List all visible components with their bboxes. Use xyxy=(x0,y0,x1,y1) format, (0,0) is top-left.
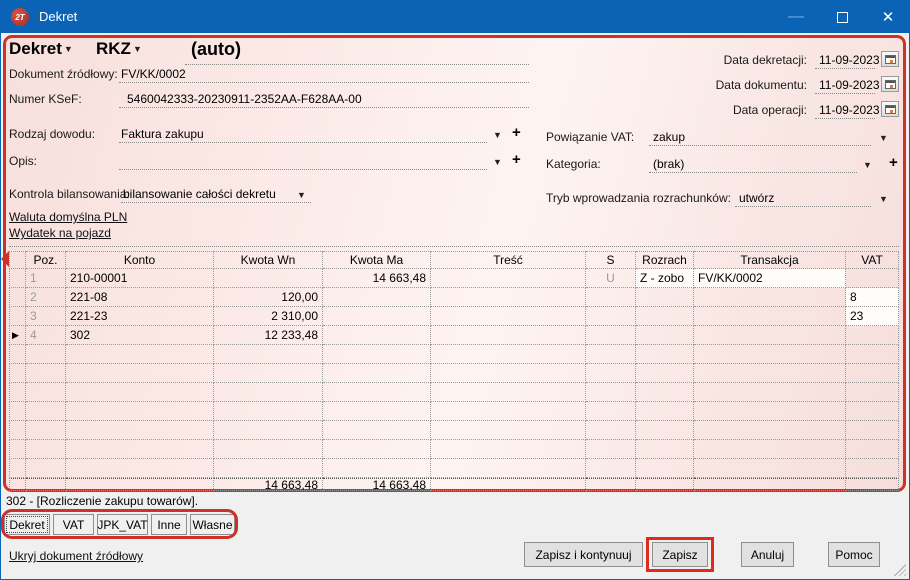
table-row-selected[interactable]: ▶ 4 302 12 233,48 xyxy=(9,326,899,345)
col-vat[interactable]: VAT xyxy=(846,251,899,269)
chevron-down-icon: ▼ xyxy=(63,44,73,54)
vat-link-dropdown-icon[interactable]: ▼ xyxy=(879,133,888,143)
ksef-value[interactable]: 5460042333-20230911-2352AA-F628AA-00 xyxy=(127,92,362,106)
account-status-text: 302 - [Rozliczenie zakupu towarów]. xyxy=(6,494,199,508)
doc-number-underline xyxy=(185,64,529,65)
vehicle-expense-link[interactable]: Wydatek na pojazd xyxy=(9,226,111,240)
tab-inne[interactable]: Inne xyxy=(151,514,187,535)
section-divider xyxy=(9,246,899,247)
source-doc-label: Dokument źródłowy: xyxy=(9,67,118,81)
table-row-empty[interactable] xyxy=(9,345,899,364)
category-add-icon[interactable]: + xyxy=(889,155,898,170)
current-row-marker-icon: ▶ xyxy=(9,326,26,345)
balance-ctrl-dropdown-icon[interactable]: ▼ xyxy=(297,190,306,200)
app-logo-icon: 2T xyxy=(11,8,29,26)
settle-mode-dropdown-icon[interactable]: ▼ xyxy=(879,194,888,204)
doc-kind-label: Rodzaj dowodu: xyxy=(9,127,96,141)
total-kwota-ma: 14 663,48 xyxy=(323,478,431,491)
col-kwota-wn[interactable]: Kwota Wn xyxy=(214,251,323,269)
close-button[interactable]: ✕ xyxy=(865,1,909,33)
description-input[interactable] xyxy=(119,169,487,170)
table-row-empty[interactable] xyxy=(9,459,899,478)
date-doc-value[interactable]: 11-09-2023 xyxy=(819,78,880,92)
currency-link[interactable]: Waluta domyślna PLN xyxy=(9,210,127,224)
description-dropdown-icon[interactable]: ▼ xyxy=(493,157,502,167)
totals-row: 14 663,48 14 663,48 xyxy=(9,478,899,491)
table-row-empty[interactable] xyxy=(9,402,899,421)
total-kwota-wn: 14 663,48 xyxy=(214,478,323,491)
resize-grip[interactable] xyxy=(894,564,906,576)
date-op-calendar-icon[interactable] xyxy=(881,101,899,117)
table-row-empty[interactable] xyxy=(9,383,899,402)
table-row-empty[interactable] xyxy=(9,421,899,440)
save-button[interactable]: Zapisz xyxy=(652,542,708,567)
table-row[interactable]: 2 221-08 120,00 8 xyxy=(9,288,899,307)
date-doc-calendar-icon[interactable] xyxy=(881,76,899,92)
doc-kind-add-icon[interactable]: + xyxy=(512,125,521,140)
date-decree-value[interactable]: 11-09-2023 xyxy=(819,53,880,67)
table-row[interactable]: 3 221-23 2 310,00 23 xyxy=(9,307,899,326)
cancel-button[interactable]: Anuluj xyxy=(741,542,794,567)
category-label: Kategoria: xyxy=(546,157,601,171)
titlebar: 2T Dekret — ✕ xyxy=(1,1,909,33)
doc-kind-value[interactable]: Faktura zakupu xyxy=(121,127,204,141)
date-op-label: Data operacji: xyxy=(732,103,807,117)
table-row-empty[interactable] xyxy=(9,364,899,383)
window-title: Dekret xyxy=(39,9,78,24)
maximize-icon xyxy=(836,11,848,23)
annotation-chevron-icon xyxy=(1,251,9,267)
chevron-down-icon: ▼ xyxy=(132,44,142,54)
vat-link-label: Powiązanie VAT: xyxy=(546,130,635,144)
ksef-label: Numer KSeF: xyxy=(9,92,82,106)
source-doc-value[interactable]: FV/KK/0002 xyxy=(121,67,186,81)
doc-type-dropdown[interactable]: Dekret ▼ xyxy=(9,39,73,59)
col-konto[interactable]: Konto xyxy=(66,251,214,269)
hide-source-doc-link[interactable]: Ukryj dokument źródłowy xyxy=(9,549,143,563)
dekret-dialog: 2T Dekret — ✕ Dekret ▼ RKZ ▼ (auto) Dokume… xyxy=(0,0,910,580)
col-poz[interactable]: Poz. xyxy=(26,251,66,269)
date-decree-label: Data dekretacji: xyxy=(723,53,807,67)
decree-entries-table: Poz. Konto Kwota Wn Kwota Ma Treść S Roz… xyxy=(9,251,899,491)
help-button[interactable]: Pomoc xyxy=(828,542,880,567)
balance-ctrl-value[interactable]: bilansowanie całości dekretu xyxy=(123,187,276,201)
category-dropdown-icon[interactable]: ▼ xyxy=(863,160,872,170)
date-doc-label: Data dokumentu: xyxy=(715,78,807,92)
col-s[interactable]: S xyxy=(586,251,636,269)
settle-mode-value[interactable]: utwórz xyxy=(739,191,774,205)
col-kwota-ma[interactable]: Kwota Ma xyxy=(323,251,431,269)
save-continue-button[interactable]: Zapisz i kontynuuj xyxy=(524,542,643,567)
category-value[interactable]: (brak) xyxy=(653,157,684,171)
register-dropdown[interactable]: RKZ ▼ xyxy=(96,39,142,59)
table-row[interactable]: 1 210-00001 14 663,48 U Z - zobo FV/KK/0… xyxy=(9,269,899,288)
doc-number-auto[interactable]: (auto) xyxy=(191,39,241,60)
balance-ctrl-label: Kontrola bilansowania: xyxy=(9,187,130,201)
tab-dekret[interactable]: Dekret xyxy=(4,514,50,535)
tab-vat[interactable]: VAT xyxy=(53,514,94,535)
date-op-value[interactable]: 11-09-2023 xyxy=(819,103,880,117)
col-rozrach[interactable]: Rozrach xyxy=(636,251,694,269)
col-transakcja[interactable]: Transakcja xyxy=(694,251,846,269)
description-add-icon[interactable]: + xyxy=(512,152,521,167)
date-decree-calendar-icon[interactable] xyxy=(881,51,899,67)
maximize-button[interactable] xyxy=(819,1,865,33)
doc-kind-dropdown-icon[interactable]: ▼ xyxy=(493,130,502,140)
table-row-empty[interactable] xyxy=(9,440,899,459)
description-label: Opis: xyxy=(9,154,38,168)
tab-wlasne[interactable]: Własne xyxy=(190,514,235,535)
minimize-button[interactable]: — xyxy=(773,1,819,33)
vat-link-value[interactable]: zakup xyxy=(653,130,685,144)
settle-mode-label: Tryb wprowadzania rozrachunków: xyxy=(546,191,731,205)
col-tresc[interactable]: Treść xyxy=(431,251,586,269)
tab-jpk-vat[interactable]: JPK_VAT xyxy=(97,514,148,535)
table-header-row: Poz. Konto Kwota Wn Kwota Ma Treść S Roz… xyxy=(9,251,899,269)
